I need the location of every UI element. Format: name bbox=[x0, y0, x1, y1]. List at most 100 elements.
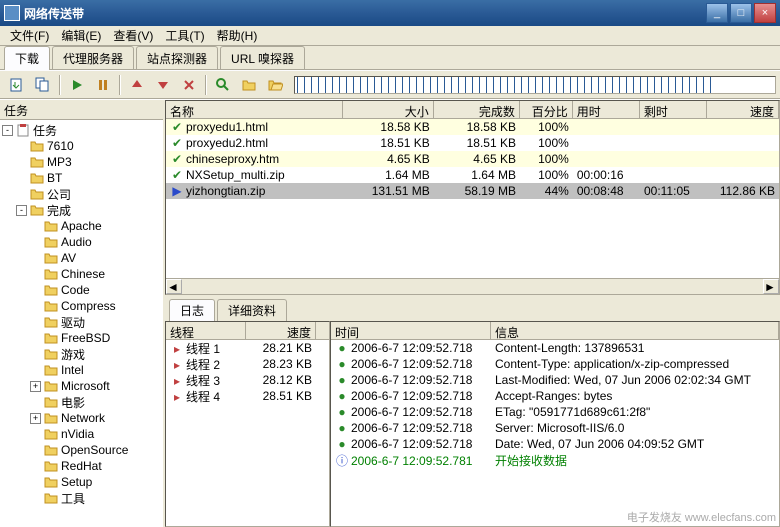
window-title: 网络传送带 bbox=[24, 5, 704, 22]
log-row[interactable]: ●2006-6-7 12:09:52.718Server: Microsoft-… bbox=[331, 420, 779, 436]
minimize-button[interactable]: _ bbox=[706, 3, 728, 23]
tree-done-item[interactable]: +Network bbox=[2, 410, 161, 426]
download-row[interactable]: ✔proxyedu2.html18.51 KB18.51 KB100% bbox=[166, 135, 779, 151]
tab-log[interactable]: 日志 bbox=[169, 299, 215, 321]
tree-done-item[interactable]: AV bbox=[2, 250, 161, 266]
expander-icon[interactable]: + bbox=[30, 381, 41, 392]
thread-icon: ▸ bbox=[170, 342, 184, 356]
col-log-time[interactable]: 时间 bbox=[331, 322, 491, 339]
tree-done-item[interactable]: 驱动 bbox=[2, 314, 161, 330]
ok-icon: ● bbox=[335, 373, 349, 387]
tree-done-item[interactable]: Code bbox=[2, 282, 161, 298]
tree-done-item[interactable]: RedHat bbox=[2, 458, 161, 474]
move-down-button[interactable] bbox=[151, 73, 175, 97]
col-time[interactable]: 用时 bbox=[573, 101, 640, 118]
folder-icon bbox=[44, 251, 58, 265]
download-list-header: 名称 大小 完成数 百分比 用时 剩时 速度 bbox=[166, 101, 779, 119]
download-row[interactable]: ✔chineseproxy.htm4.65 KB4.65 KB100% bbox=[166, 151, 779, 167]
pause-button[interactable] bbox=[91, 73, 115, 97]
col-name[interactable]: 名称 bbox=[166, 101, 343, 118]
tree-root[interactable]: -任务 bbox=[2, 122, 161, 138]
progress-timeline bbox=[294, 76, 776, 94]
menu-help[interactable]: 帮助(H) bbox=[211, 25, 264, 46]
tab-proxy[interactable]: 代理服务器 bbox=[52, 46, 134, 70]
tree-done-item[interactable]: Chinese bbox=[2, 266, 161, 282]
ok-icon: ● bbox=[335, 341, 349, 355]
tree-done-item[interactable]: 电影 bbox=[2, 394, 161, 410]
col-percent[interactable]: 百分比 bbox=[520, 101, 573, 118]
delete-button[interactable] bbox=[177, 73, 201, 97]
tree-done-item[interactable]: Intel bbox=[2, 362, 161, 378]
tree-item[interactable]: 公司 bbox=[2, 186, 161, 202]
download-row[interactable]: ✔proxyedu1.html18.58 KB18.58 KB100% bbox=[166, 119, 779, 135]
log-row[interactable]: ●2006-6-7 12:09:52.718Content-Type: appl… bbox=[331, 356, 779, 372]
menu-file[interactable]: 文件(F) bbox=[4, 25, 55, 46]
folder-icon bbox=[44, 443, 58, 457]
log-row[interactable]: ●2006-6-7 12:09:52.718Content-Length: 13… bbox=[331, 340, 779, 356]
menu-view[interactable]: 查看(V) bbox=[107, 25, 159, 46]
folder-icon bbox=[44, 219, 58, 233]
app-icon bbox=[4, 5, 20, 21]
tree-done-item[interactable]: Setup bbox=[2, 474, 161, 490]
task-tree[interactable]: -任务7610MP3BT公司-完成ApacheAudioAVChineseCod… bbox=[0, 120, 163, 527]
tree-done-item[interactable]: OpenSource bbox=[2, 442, 161, 458]
folder-icon bbox=[44, 475, 58, 489]
tree-item[interactable]: MP3 bbox=[2, 154, 161, 170]
log-list: 时间 信息 ●2006-6-7 12:09:52.718Content-Leng… bbox=[330, 321, 780, 527]
start-button[interactable] bbox=[65, 73, 89, 97]
tree-done-item[interactable]: FreeBSD bbox=[2, 330, 161, 346]
folder-icon bbox=[30, 203, 44, 217]
menu-tools[interactable]: 工具(T) bbox=[159, 25, 210, 46]
download-row[interactable]: ▶yizhongtian.zip131.51 MB58.19 MB44%00:0… bbox=[166, 183, 779, 199]
tab-detail[interactable]: 详细资料 bbox=[217, 299, 287, 321]
thread-row[interactable]: ▸线程 428.51 KB bbox=[166, 388, 329, 404]
tab-site-explorer[interactable]: 站点探测器 bbox=[136, 46, 218, 70]
open-folder-button[interactable] bbox=[237, 73, 261, 97]
list-hscrollbar[interactable]: ◄► bbox=[166, 278, 779, 294]
batch-download-button[interactable] bbox=[31, 73, 55, 97]
col-thread[interactable]: 线程 bbox=[166, 322, 246, 339]
task-tree-panel: 任务 -任务7610MP3BT公司-完成ApacheAudioAVChinese… bbox=[0, 100, 165, 527]
move-up-button[interactable] bbox=[125, 73, 149, 97]
folder-button[interactable] bbox=[263, 73, 287, 97]
col-remain[interactable]: 剩时 bbox=[640, 101, 707, 118]
col-thread-speed[interactable]: 速度 bbox=[246, 322, 316, 339]
clipboard-icon bbox=[16, 123, 30, 137]
menu-bar: 文件(F) 编辑(E) 查看(V) 工具(T) 帮助(H) bbox=[0, 26, 780, 46]
tree-item[interactable]: BT bbox=[2, 170, 161, 186]
expander-icon[interactable]: - bbox=[2, 125, 13, 136]
log-row[interactable]: ●2006-6-7 12:09:52.718ETag: "0591771d689… bbox=[331, 404, 779, 420]
tree-item[interactable]: 7610 bbox=[2, 138, 161, 154]
folder-icon bbox=[44, 363, 58, 377]
tree-done-item[interactable]: 工具 bbox=[2, 490, 161, 506]
expander-icon[interactable]: + bbox=[30, 413, 41, 424]
menu-edit[interactable]: 编辑(E) bbox=[55, 25, 107, 46]
tree-done-item[interactable]: Compress bbox=[2, 298, 161, 314]
tree-done-item[interactable]: Audio bbox=[2, 234, 161, 250]
tree-done-item[interactable]: +Microsoft bbox=[2, 378, 161, 394]
tree-done-item[interactable]: Apache bbox=[2, 218, 161, 234]
col-log-msg[interactable]: 信息 bbox=[491, 322, 779, 339]
log-row[interactable]: ●2006-6-7 12:09:52.718Last-Modified: Wed… bbox=[331, 372, 779, 388]
folder-icon bbox=[30, 187, 44, 201]
tree-done-item[interactable]: nVidia bbox=[2, 426, 161, 442]
info-icon: ⓘ bbox=[335, 452, 349, 469]
expander-icon[interactable]: - bbox=[16, 205, 27, 216]
tab-download[interactable]: 下载 bbox=[4, 46, 50, 70]
col-done[interactable]: 完成数 bbox=[434, 101, 520, 118]
maximize-button[interactable]: □ bbox=[730, 3, 752, 23]
log-row[interactable]: ●2006-6-7 12:09:52.718Accept-Ranges: byt… bbox=[331, 388, 779, 404]
tree-done-item[interactable]: 游戏 bbox=[2, 346, 161, 362]
download-row[interactable]: ✔NXSetup_multi.zip1.64 MB1.64 MB100%00:0… bbox=[166, 167, 779, 183]
find-button[interactable] bbox=[211, 73, 235, 97]
tree-done[interactable]: -完成 bbox=[2, 202, 161, 218]
close-button[interactable]: × bbox=[754, 3, 776, 23]
folder-icon bbox=[44, 395, 58, 409]
folder-icon bbox=[44, 283, 58, 297]
col-speed[interactable]: 速度 bbox=[707, 101, 779, 118]
new-download-button[interactable] bbox=[5, 73, 29, 97]
tab-url-sniffer[interactable]: URL 嗅探器 bbox=[220, 46, 305, 70]
log-row[interactable]: ⓘ2006-6-7 12:09:52.781开始接收数据 bbox=[331, 452, 779, 468]
check-icon: ✔ bbox=[170, 120, 184, 134]
col-size[interactable]: 大小 bbox=[343, 101, 434, 118]
